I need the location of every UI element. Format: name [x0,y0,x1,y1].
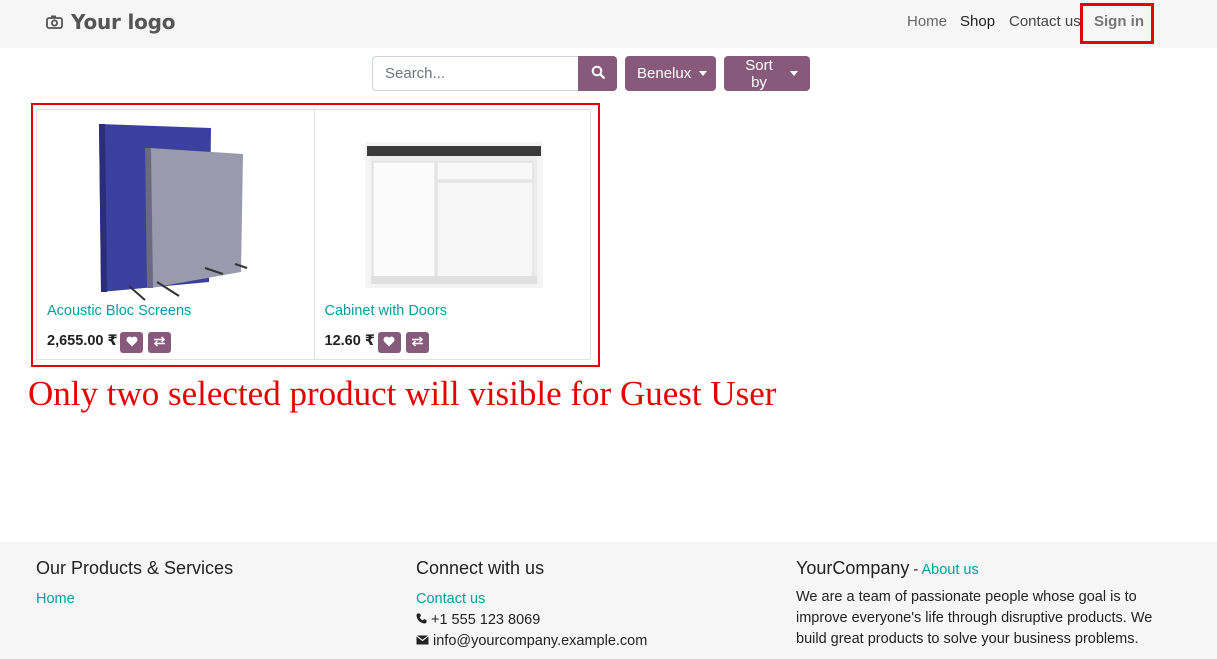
product-image[interactable] [87,124,265,304]
envelope-icon [416,632,429,650]
pricelist-dropdown[interactable]: Benelux [625,56,716,91]
pricelist-label: Benelux [637,65,692,82]
compare-icon [411,334,424,352]
product-price: 12.60 ₹ [324,333,375,349]
company-description: We are a team of passionate people whose… [796,589,1153,647]
footer-company-column: YourCompany - About us We are a team of … [796,558,1166,650]
search-form [372,56,617,91]
add-to-wishlist-button[interactable] [377,332,401,353]
heart-icon [126,334,138,352]
logo-text: Your logo [71,10,176,34]
search-icon [591,65,605,82]
product-image[interactable] [364,124,543,304]
footer-products-column: Our Products & Services Home [36,558,233,609]
phone-icon [416,611,427,629]
guest-user-annotation: Only two selected product will visible f… [28,374,777,413]
product-grid: Acoustic Bloc Screens 2,655.00 ₹ Cabinet… [36,109,591,360]
sort-label: Sort by [745,56,773,91]
logo[interactable]: Your logo [46,9,176,35]
company-name: YourCompany [796,558,910,578]
product-name[interactable]: Acoustic Bloc Screens [47,303,191,319]
add-to-wishlist-button[interactable] [120,332,143,353]
footer-email[interactable]: info@yourcompany.example.com [433,633,647,649]
company-separator: - [909,562,922,578]
product-card[interactable]: Acoustic Bloc Screens 2,655.00 ₹ [37,110,314,359]
nav-home[interactable]: Home [907,13,947,30]
top-navbar: Your logo Home Shop Contact us Sign in [0,0,1217,48]
footer-about-link[interactable]: About us [922,562,979,578]
footer-contact-link[interactable]: Contact us [416,591,485,607]
caret-down-icon [699,71,708,76]
footer-products-heading: Our Products & Services [36,558,234,578]
nav-contact-us[interactable]: Contact us [1009,13,1081,30]
product-card[interactable]: Cabinet with Doors 12.60 ₹ [313,110,591,359]
search-button[interactable] [578,56,617,91]
footer-connect-heading: Connect with us [416,558,545,578]
compare-icon [153,334,166,352]
sort-dropdown[interactable]: Sort by [724,56,810,91]
caret-down-icon [790,71,798,76]
footer-home-link[interactable]: Home [36,591,75,607]
compare-button[interactable] [148,332,171,353]
footer: Our Products & Services Home Connect wit… [0,542,1217,659]
heart-icon [383,334,395,352]
search-input[interactable] [372,56,578,91]
nav-sign-in[interactable]: Sign in [1094,13,1144,30]
compare-button[interactable] [405,332,429,353]
product-name[interactable]: Cabinet with Doors [325,303,448,319]
footer-company-heading: YourCompany - About us [796,558,1166,582]
camera-icon [46,15,63,29]
footer-phone: +1 555 123 8069 [431,611,541,628]
footer-connect-column: Connect with us Contact us +1 555 123 80… [416,558,647,651]
product-price: 2,655.00 ₹ [47,333,118,349]
nav-shop[interactable]: Shop [960,13,995,30]
